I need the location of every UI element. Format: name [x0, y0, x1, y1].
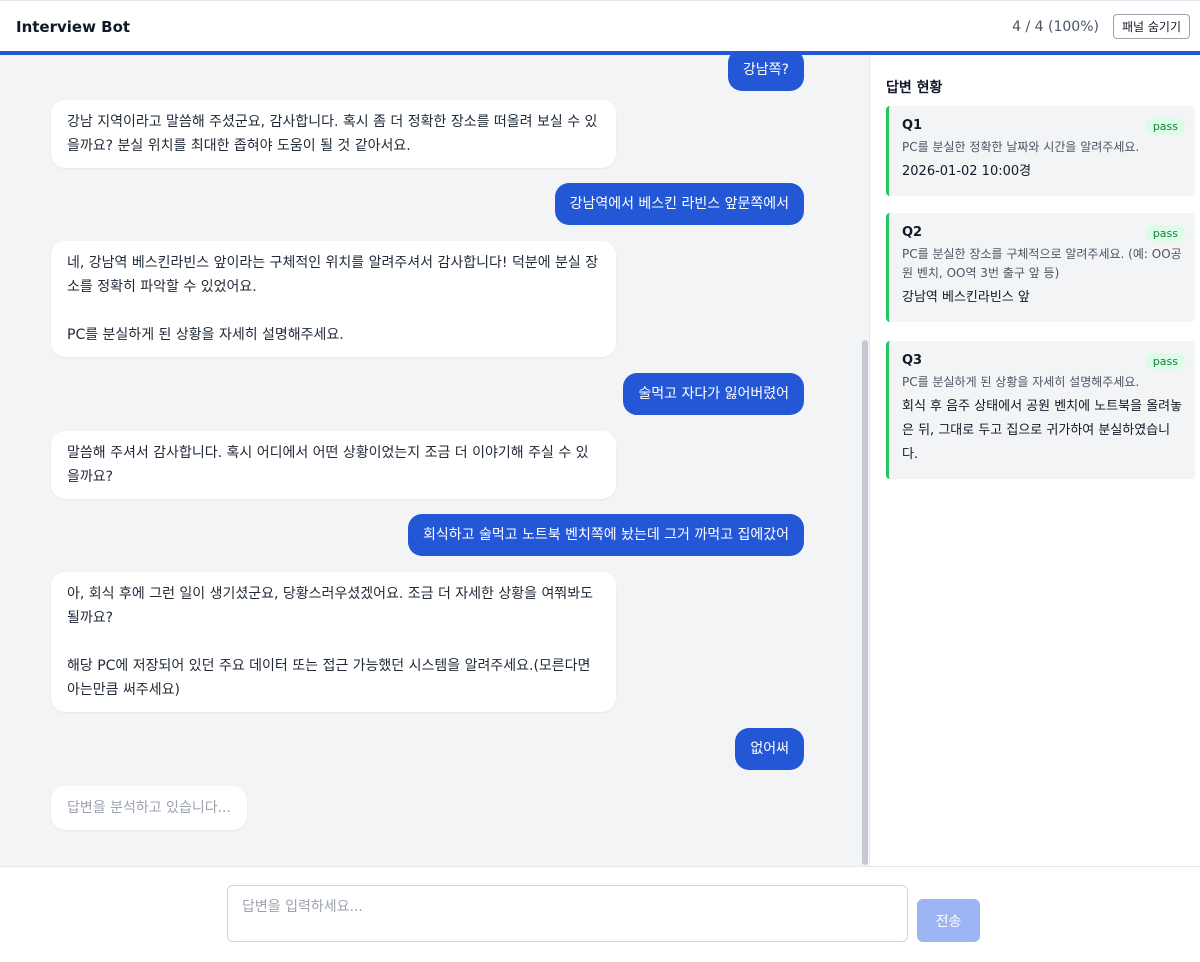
status-badge: pass: [1145, 225, 1185, 242]
question-id: Q2: [902, 225, 923, 240]
panel-title: 답변 현황: [886, 80, 943, 96]
typing-indicator: 답변을 분석하고 있습니다...: [51, 786, 247, 830]
question-answer: 2026-01-02 10:00경: [902, 164, 1032, 179]
question-id: Q3: [902, 353, 923, 368]
question-answer: 강남역 베스킨라빈스 앞: [902, 290, 1030, 305]
question-card: Q3 pass PC를 분실하게 된 상황을 자세히 설명해주세요. 회식 후 …: [886, 341, 1195, 479]
chat-scrollbar-thumb[interactable]: [862, 340, 868, 865]
user-message: 강남쪽?: [727, 55, 804, 91]
question-answer: 회식 후 음주 상태에서 공원 벤치에 노트북을 올려놓은 뒤, 그대로 두고 …: [902, 399, 1183, 462]
question-card: Q2 pass PC를 분실한 장소를 구체적으로 알려주세요. (예: OO공…: [886, 213, 1195, 322]
user-message: 회식하고 술먹고 노트북 벤치쪽에 놨는데 그거 까먹고 집에갔어: [407, 514, 804, 556]
answer-input[interactable]: [227, 885, 908, 942]
user-message: 술먹고 자다가 잃어버렸어: [623, 373, 804, 415]
status-badge: pass: [1145, 118, 1185, 135]
bot-message: 강남 지역이라고 말씀해 주셨군요, 감사합니다. 혹시 좀 더 정확한 장소를…: [51, 100, 616, 168]
question-text: PC를 분실한 정확한 날짜와 시간을 알려주세요.: [902, 140, 1140, 154]
status-badge: pass: [1145, 353, 1185, 370]
header-controls: 4 / 4 (100%) 패널 숨기기: [1012, 14, 1190, 39]
composer: 전송: [0, 866, 1200, 962]
question-card: Q1 pass PC를 분실한 정확한 날짜와 시간을 알려주세요. 2026-…: [886, 106, 1195, 196]
user-message: 없어써: [735, 728, 804, 770]
question-text: PC를 분실한 장소를 구체적으로 알려주세요. (예: OO공원 벤치, OO…: [902, 247, 1182, 280]
app-header: Interview Bot 4 / 4 (100%) 패널 숨기기: [0, 0, 1200, 52]
send-button[interactable]: 전송: [917, 899, 980, 942]
progress-indicator: 4 / 4 (100%): [1012, 18, 1099, 35]
hide-panel-button[interactable]: 패널 숨기기: [1112, 14, 1190, 39]
chat-scrollbar[interactable]: [860, 55, 869, 866]
answer-status-panel: 답변 현황 Q1 pass PC를 분실한 정확한 날짜와 시간을 알려주세요.…: [869, 55, 1200, 866]
bot-message: 말씀해 주셔서 감사합니다. 혹시 어디에서 어떤 상황이었는지 조금 더 이야…: [51, 431, 616, 499]
bot-message: 아, 회식 후에 그런 일이 생기셨군요, 당황스러우셨겠어요. 조금 더 자세…: [51, 572, 616, 712]
user-message: 강남역에서 베스킨 라빈스 앞문쪽에서: [554, 183, 804, 225]
chat-area[interactable]: 강남쪽? 강남 지역이라고 말씀해 주셨군요, 감사합니다. 혹시 좀 더 정확…: [0, 55, 869, 866]
app-title: Interview Bot: [16, 17, 131, 36]
question-text: PC를 분실하게 된 상황을 자세히 설명해주세요.: [902, 375, 1140, 389]
question-id: Q1: [902, 118, 923, 133]
bot-message: 네, 강남역 베스킨라빈스 앞이라는 구체적인 위치를 알려주셔서 감사합니다!…: [51, 241, 616, 357]
